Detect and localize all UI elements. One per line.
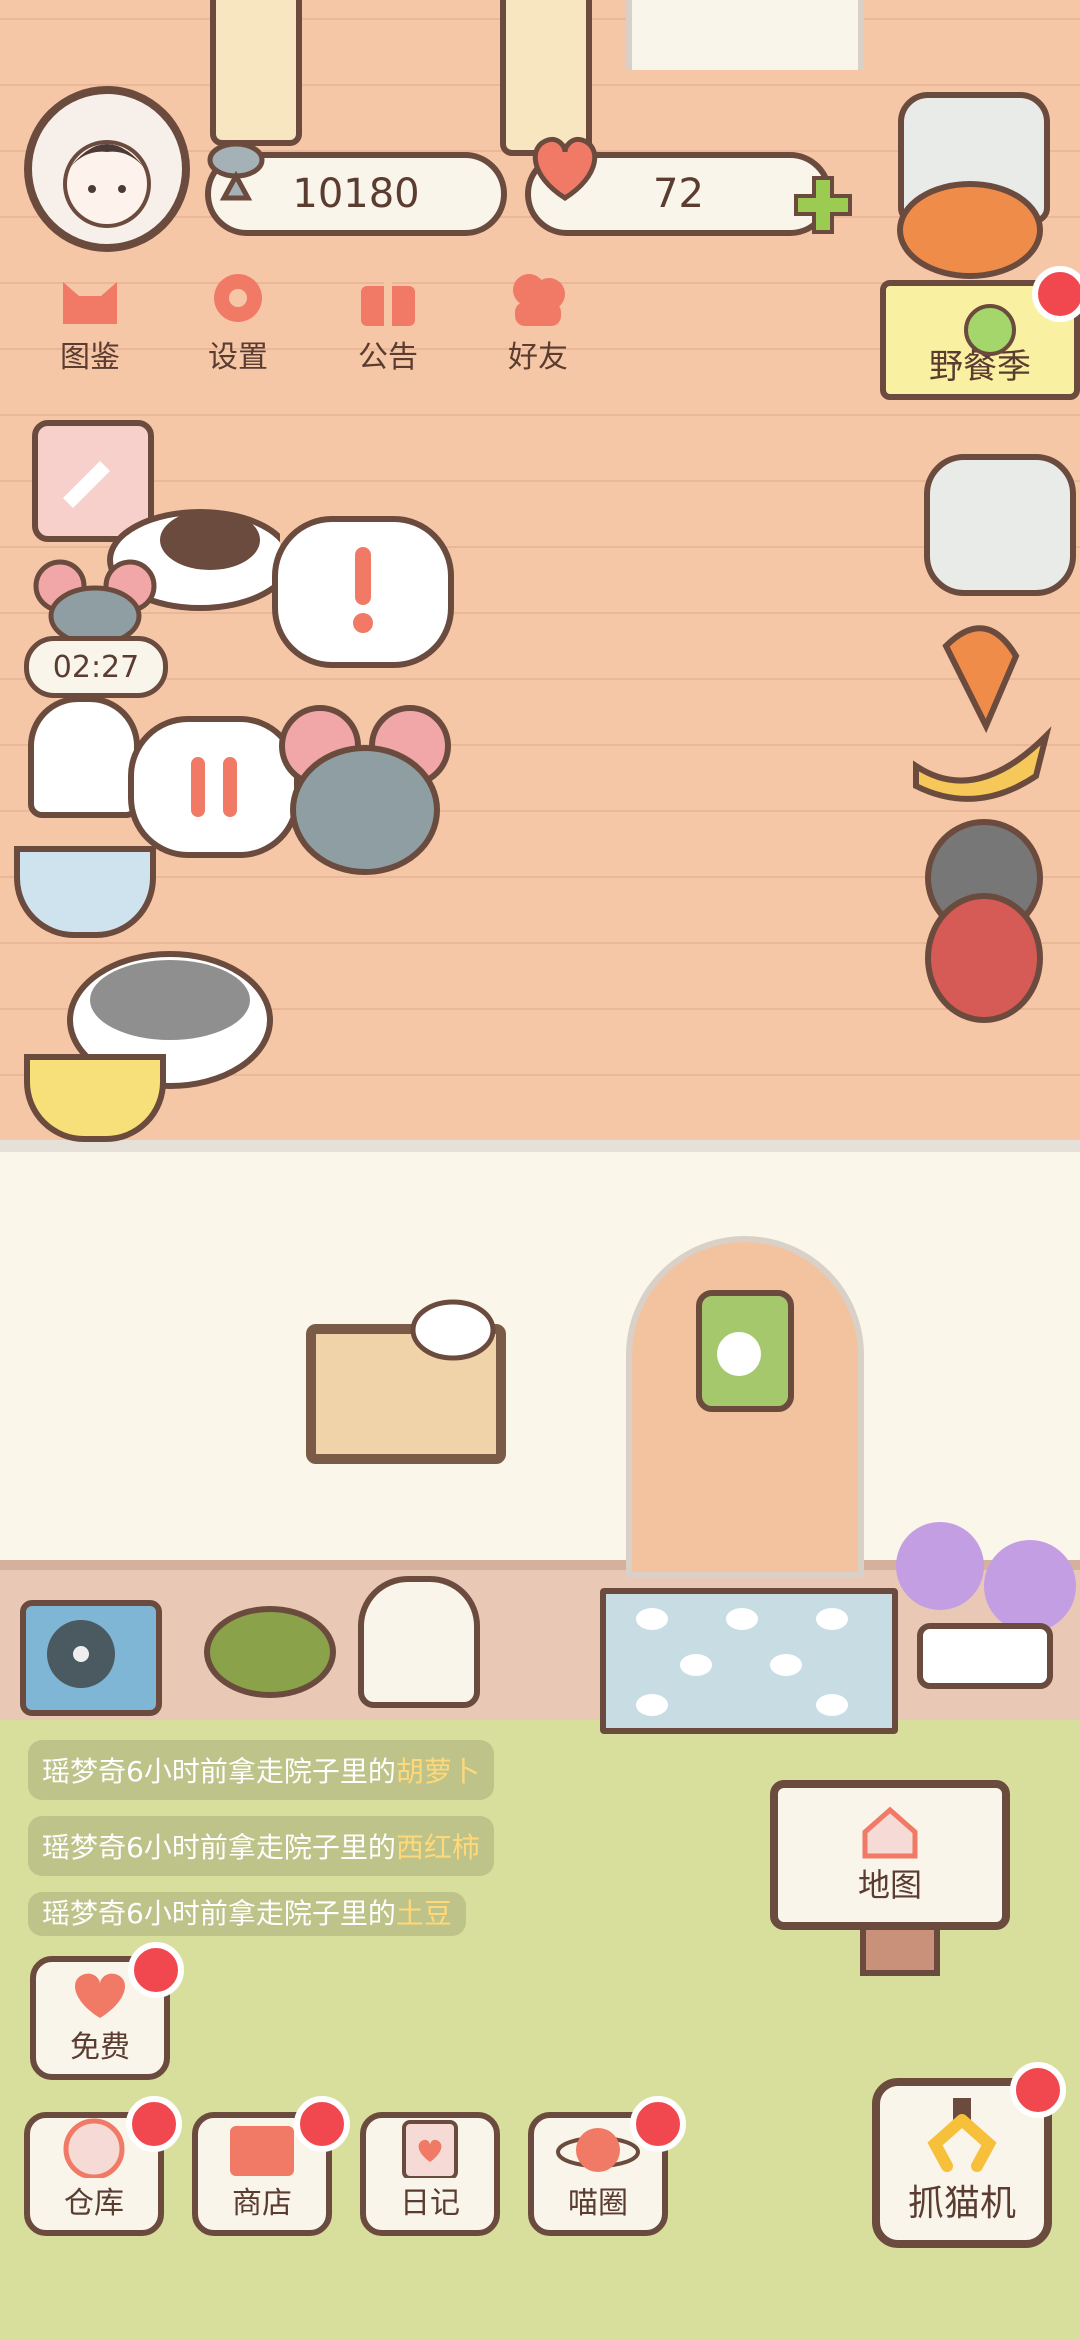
- claw-label: 抓猫机: [907, 2183, 1016, 2224]
- cat-circle-button[interactable]: 喵圈: [528, 2096, 686, 2236]
- fork-knife-icon: [191, 757, 237, 817]
- notification-dot: [294, 2096, 350, 2152]
- gear-icon: [214, 274, 262, 322]
- apple-icon: [964, 304, 1016, 356]
- heart-icon: [75, 1973, 125, 2018]
- activity-feed-item: 瑶梦奇6小时前拿走院子里的 土豆: [28, 1892, 466, 1936]
- menu-label: 公告: [358, 340, 418, 375]
- rug-dot: [726, 1608, 758, 1630]
- heart-icon: [532, 136, 598, 201]
- player-avatar[interactable]: [24, 86, 190, 252]
- exclamation-icon: [353, 547, 373, 633]
- menu-announcement-button[interactable]: 公告: [328, 266, 448, 376]
- diary-label: 日记: [400, 2186, 460, 2221]
- menu-label: 设置: [208, 340, 268, 375]
- gift-icon: [361, 280, 415, 326]
- vinyl-record-icon: [47, 1620, 115, 1688]
- alert-bubble[interactable]: [272, 516, 454, 668]
- map-label: 地图: [857, 1866, 922, 1904]
- task-timer: 02:27: [24, 636, 168, 698]
- rug-dot: [770, 1654, 802, 1676]
- menu-collection-button[interactable]: 图鉴: [30, 266, 150, 376]
- shop-label: 商店: [232, 2186, 292, 2221]
- rug-dot: [636, 1608, 668, 1630]
- storage-label: 仓库: [64, 2186, 124, 2221]
- onigiri-item[interactable]: [28, 696, 140, 818]
- avatar-face-icon: [63, 140, 151, 228]
- house-icon: [862, 1806, 918, 1859]
- feed-item-name: 土豆: [395, 1897, 452, 1930]
- mouse-icon: [33, 559, 157, 646]
- feed-text: 瑶梦奇6小时前拿走院子里的: [42, 1897, 396, 1930]
- lamp-stool[interactable]: [358, 1576, 480, 1708]
- cat-cushion[interactable]: [204, 1606, 336, 1698]
- duck-icon: [717, 1332, 761, 1376]
- scratching-post[interactable]: [210, 0, 302, 146]
- doorway: [626, 0, 864, 70]
- notification-dot: [128, 1942, 184, 1998]
- storage-button[interactable]: 仓库: [24, 2096, 182, 2236]
- coins-value: 10180: [292, 171, 420, 217]
- mouse-character[interactable]: [270, 700, 460, 880]
- activity-feed-item: 瑶梦奇6小时前拿走院子里的 西红柿: [28, 1816, 494, 1876]
- free-label: 免费: [70, 2030, 130, 2065]
- plus-icon: [794, 176, 852, 234]
- rug-dot: [816, 1694, 848, 1716]
- menu-settings-button[interactable]: 设置: [178, 266, 298, 376]
- record-player[interactable]: [20, 1600, 162, 1716]
- room-divider: [0, 1140, 1080, 1152]
- timer-value: 02:27: [52, 649, 140, 685]
- wind-chime-charm[interactable]: [696, 1290, 794, 1412]
- rice-cooker[interactable]: [924, 454, 1076, 596]
- activity-feed-item: 瑶梦奇6小时前拿走院子里的 胡萝卜: [28, 1740, 494, 1800]
- storage-icon: [63, 2118, 125, 2178]
- hydrangea-plant[interactable]: [890, 1516, 1080, 1696]
- claw-icon: [927, 2098, 997, 2172]
- map-sign-post: [860, 1930, 940, 1976]
- cat-circle-label: 喵圈: [568, 2186, 628, 2221]
- shop-button[interactable]: 商店: [192, 2096, 350, 2236]
- diary-button[interactable]: 日记: [360, 2112, 500, 2236]
- feed-text: 瑶梦奇6小时前拿走院子里的: [42, 1831, 396, 1864]
- notification-dot: [1010, 2062, 1066, 2118]
- diary-icon: [402, 2120, 458, 2178]
- menu-label: 图鉴: [60, 340, 120, 375]
- menu-friends-button[interactable]: 好友: [478, 266, 598, 376]
- hearts-value: 72: [653, 171, 704, 217]
- notification-dot: [126, 2096, 182, 2152]
- fish-icon: [207, 141, 265, 201]
- rug-dot: [816, 1608, 848, 1630]
- add-hearts-button[interactable]: [790, 172, 856, 238]
- feed-item-name: 西红柿: [395, 1831, 480, 1864]
- shop-icon: [230, 2126, 294, 2176]
- cat-face-icon: [63, 282, 117, 324]
- menu-label: 好友: [508, 340, 568, 375]
- daruma-dolls[interactable]: [920, 808, 1050, 1028]
- polka-dot-rug[interactable]: [600, 1588, 898, 1734]
- lower-room-wall: [0, 1152, 1080, 1560]
- feed-text: 瑶梦奇6小时前拿走院子里的: [42, 1755, 396, 1788]
- notification-dot: [630, 2096, 686, 2152]
- panda-icon: [410, 1299, 496, 1361]
- rug-dot: [636, 1694, 668, 1716]
- feed-item-name: 胡萝卜: [395, 1755, 480, 1788]
- free-reward-button[interactable]: 免费: [30, 1942, 184, 2080]
- friends-icon: [513, 274, 565, 326]
- dragon-boat-toy[interactable]: [896, 616, 1056, 806]
- rug-dot: [680, 1654, 712, 1676]
- map-button[interactable]: 地图: [770, 1780, 1010, 1930]
- red-panda[interactable]: [870, 170, 1050, 280]
